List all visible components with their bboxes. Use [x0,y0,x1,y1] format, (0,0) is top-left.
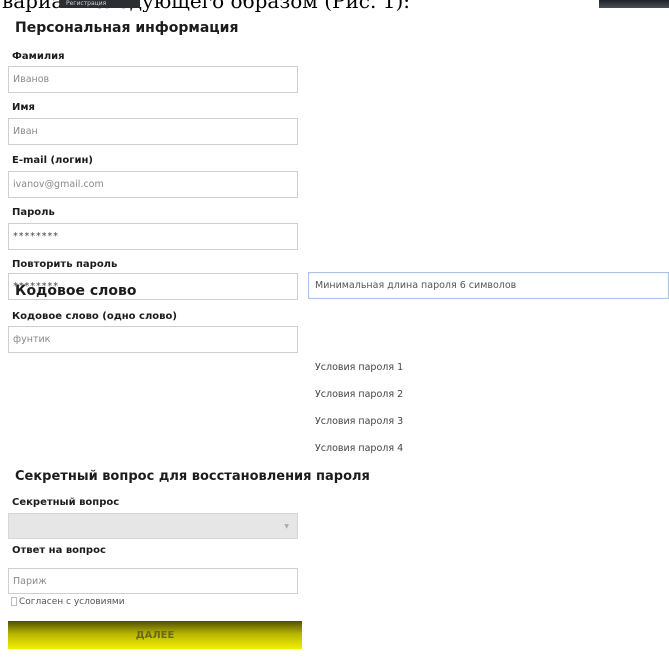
answer-input[interactable] [8,568,298,594]
consent-checkbox[interactable] [11,597,17,606]
password-repeat-label: Повторить пароль [12,259,118,270]
password-condition-1: Условия пароля 1 [315,362,404,373]
first-name-label: Имя [12,102,35,113]
password-input[interactable] [8,223,298,250]
codeword-label: Кодовое слово (одно слово) [12,311,177,322]
consent-label: Согласен с условиями [19,597,125,607]
codeword-title: Кодовое слово [15,283,137,299]
secret-question-select[interactable]: ▼ [8,513,298,539]
password-condition-4: Условия пароля 4 [315,443,404,454]
first-name-input[interactable] [8,118,298,145]
password-condition-3: Условия пароля 3 [315,416,404,427]
secret-question-title: Секретный вопрос для восстановления паро… [15,469,370,484]
password-hint-box [308,272,669,299]
chevron-down-icon: ▼ [284,523,289,530]
codeword-input[interactable] [8,326,298,353]
top-strip: вариант следующего образом (Рис. 1): Рег… [0,0,669,12]
password-label: Пароль [12,207,55,218]
secret-question-label: Секретный вопрос [12,497,120,508]
email-input[interactable] [8,171,298,198]
window-titlebar: Регистрация [60,0,140,8]
email-label: E-mail (логин) [12,155,93,166]
personal-info-title: Персональная информация [15,20,239,36]
next-button[interactable]: ДАЛЕЕ [8,621,302,649]
last-name-label: Фамилия [12,51,65,62]
titlebar-controls [599,0,669,8]
last-name-input[interactable] [8,66,298,93]
password-condition-2: Условия пароля 2 [315,389,404,400]
answer-label: Ответ на вопрос [12,545,106,556]
window-title: Регистрация [66,0,107,7]
